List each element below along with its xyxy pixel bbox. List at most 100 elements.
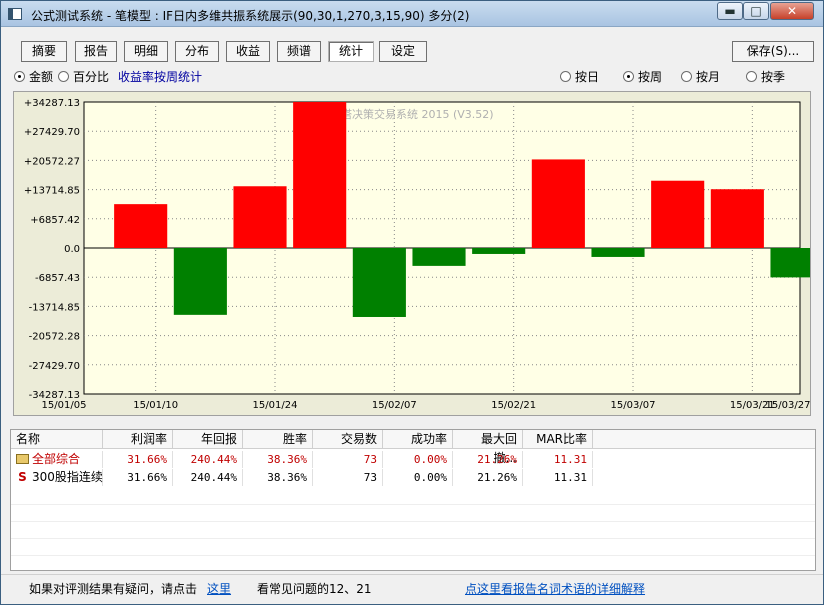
table-cell: 21.26% [453,469,523,486]
bar [173,248,227,315]
table-cell: 73 [313,451,383,468]
results-table: 名称 利润率 年回报 胜率 交易数 成功率 最大回撤... MAR比率 全部综合… [10,429,816,571]
tab-summary[interactable]: 摘要 [21,41,67,62]
period-stat-label: 收益率按周统计 [118,70,203,84]
tab-statistics[interactable]: 统计 [328,41,374,62]
row-name: 300股指连续 [32,470,103,484]
col-name[interactable]: 名称 [11,430,103,449]
table-cell: 38.36% [243,451,313,468]
table-cell: 31.66% [103,451,173,468]
close-button[interactable]: ✕ [770,2,814,20]
bar [591,248,645,257]
glossary-link[interactable]: 点这里看报告名词术语的详细解释 [465,580,645,596]
col-profit-rate[interactable]: 利润率 [103,430,173,449]
table-cell: 73 [313,469,383,486]
x-tick-label: 15/03/27 [766,400,810,411]
col-max-drawdown[interactable]: 最大回撤... [453,430,523,465]
save-button[interactable]: 保存(S)... [732,41,814,62]
table-cell: 38.36% [243,469,313,486]
y-tick-label: +20572.27 [24,156,80,167]
week-label: 按周 [638,70,663,84]
returns-chart: +34287.13 +27429.70 +20572.27 +13714.85 +685… [13,91,811,416]
y-tick-label: -6857.43 [35,273,80,284]
table-cell: 0.00% [383,469,453,486]
row-name-cell: 全部综合 [11,451,103,468]
footer-question-text: 如果对评测结果有疑问，请点击 [29,582,198,596]
here-link[interactable]: 这里 [207,580,231,596]
table-cell: 11.31 [523,451,593,468]
bar [412,248,466,266]
table-row[interactable]: 全部综合 31.66% 240.44% 38.36% 73 0.00% 21.2… [11,451,815,468]
y-tick-label: +34287.13 [24,98,80,109]
percent-radio[interactable] [58,71,69,82]
tab-settings[interactable]: 设定 [379,41,427,62]
window-title: 公式测试系统 - 笔模型 : IF日内多维共振系统展示(90,30,1,270,… [31,9,470,23]
table-cell: 11.31 [523,469,593,486]
table-header: 名称 利润率 年回报 胜率 交易数 成功率 最大回撤... MAR比率 [11,430,815,465]
row-name-cell: S 300股指连续 [11,469,103,486]
bar [531,159,585,248]
table-gridline [11,538,815,539]
table-row[interactable]: S 300股指连续 31.66% 240.44% 38.36% 73 0.00% … [11,469,815,486]
bar [710,189,764,248]
faq-text: 看常见问题的12、21 [257,582,372,596]
x-tick-label: 15/01/05 [42,400,87,411]
returns-chart-svg: +34287.13 +27429.70 +20572.27 +13714.85 +685… [24,98,810,411]
day-label: 按日 [575,70,600,84]
table-cell: 31.66% [103,469,173,486]
x-tick-label: 15/02/07 [372,400,417,411]
percent-option[interactable]: 百分比 [58,68,109,84]
season-radio[interactable] [746,71,757,82]
maximize-button[interactable]: □ [743,2,769,20]
month-label: 按月 [696,70,721,84]
y-tick-label: +13714.85 [24,186,80,197]
month-radio[interactable] [681,71,692,82]
period-week-option[interactable]: 按周 [623,68,662,84]
bar [293,102,347,248]
table-gridline [11,504,815,505]
footer-divider [1,574,823,575]
period-season-option[interactable]: 按季 [746,68,785,84]
title-bar[interactable]: 公式测试系统 - 笔模型 : IF日内多维共振系统展示(90,30,1,270,… [1,1,823,27]
amount-option[interactable]: 金额 [14,68,53,84]
period-day-option[interactable]: 按日 [560,68,599,84]
tab-distribution[interactable]: 分布 [175,41,219,62]
week-radio[interactable] [623,71,634,82]
col-mar-ratio[interactable]: MAR比率 [523,430,593,449]
col-success-rate[interactable]: 成功率 [383,430,453,449]
minimize-button[interactable]: ▬ [717,2,743,20]
table-gridline [11,555,815,556]
x-tick-label: 15/02/21 [491,400,536,411]
app-icon [8,8,22,20]
main-window: 公式测试系统 - 笔模型 : IF日内多维共振系统展示(90,30,1,270,… [0,0,824,605]
folder-icon [16,454,29,464]
y-tick-label: +27429.70 [24,127,80,138]
col-annual-return[interactable]: 年回报 [173,430,243,449]
tab-spectrum[interactable]: 频谱 [277,41,321,62]
tab-returns[interactable]: 收益 [226,41,270,62]
col-trade-count[interactable]: 交易数 [313,430,383,449]
s-icon: S [18,470,27,484]
col-win-rate[interactable]: 胜率 [243,430,313,449]
bar [651,180,705,248]
day-radio[interactable] [560,71,571,82]
y-tick-label: -27429.70 [29,361,80,372]
tab-report[interactable]: 报告 [75,41,117,62]
table-cell: 240.44% [173,451,243,468]
y-tick-label: +6857.42 [30,215,80,226]
row-name: 全部综合 [32,452,81,466]
bar [352,248,406,317]
x-tick-label: 15/01/24 [253,400,298,411]
period-month-option[interactable]: 按月 [681,68,720,84]
y-tick-label: -20572.28 [29,332,80,343]
bar [114,204,168,248]
table-cell: 240.44% [173,469,243,486]
table-cell: 0.00% [383,451,453,468]
percent-label: 百分比 [73,70,110,84]
tab-details[interactable]: 明细 [124,41,168,62]
y-tick-label: 0.0 [64,244,80,255]
table-gridline [11,521,815,522]
amount-radio[interactable] [14,71,25,82]
bar [770,248,810,278]
season-label: 按季 [761,70,786,84]
